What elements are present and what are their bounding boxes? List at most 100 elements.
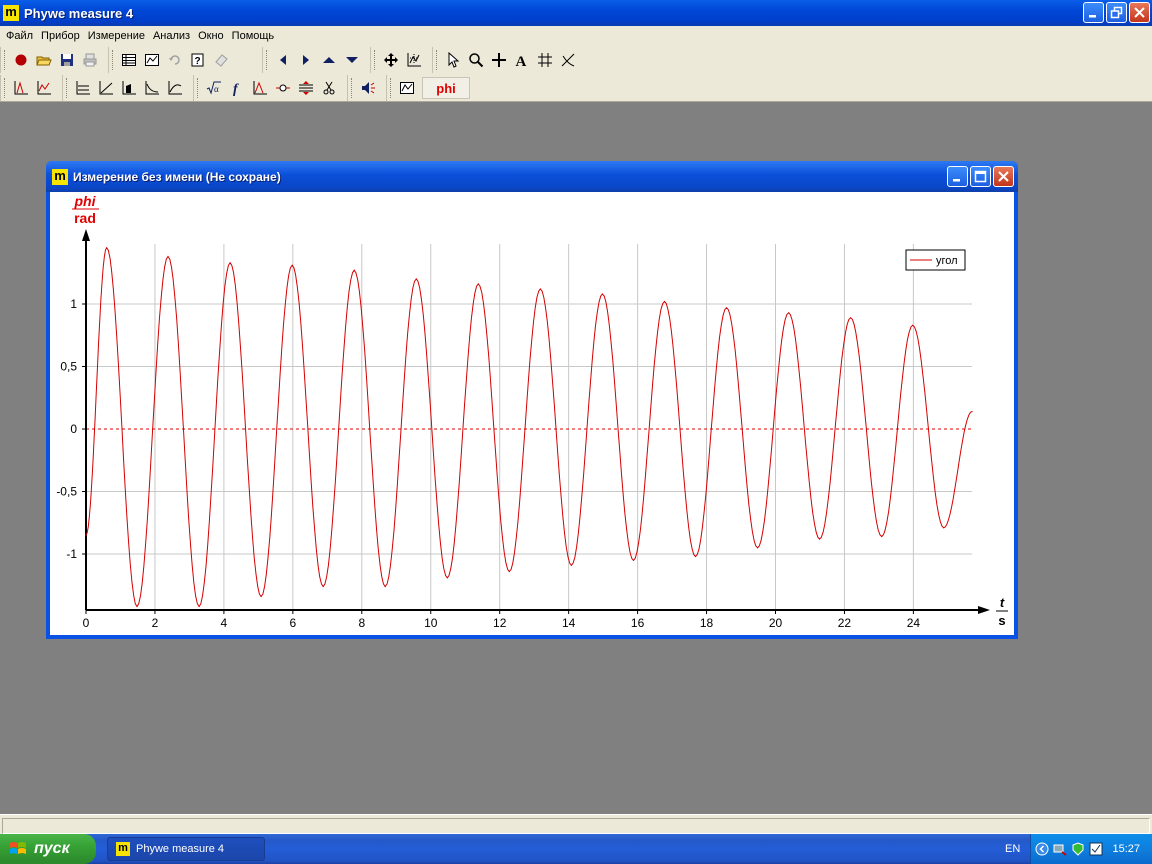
menu-measurement[interactable]: Измерение: [84, 30, 149, 42]
data-point: [788, 312, 790, 314]
y-tick-label: -1: [66, 547, 77, 561]
network-icon[interactable]: [1053, 842, 1067, 856]
left-arrow-button[interactable]: [271, 49, 294, 71]
text-button[interactable]: A: [510, 49, 533, 71]
sqrt-alpha-icon: α: [206, 81, 221, 95]
pointer-button[interactable]: [441, 49, 464, 71]
y-tick-label: 0,5: [60, 360, 77, 374]
start-button[interactable]: пуск: [0, 834, 96, 864]
taskbar-app-logo-icon: m: [116, 842, 130, 856]
crosshair-icon: [491, 53, 506, 67]
down-arrow-button[interactable]: [340, 49, 363, 71]
move-icon: [383, 53, 398, 67]
sound-button[interactable]: [356, 77, 379, 99]
table-view-button[interactable]: [117, 49, 140, 71]
menu-help[interactable]: Помощь: [228, 30, 279, 42]
move-button[interactable]: [379, 49, 402, 71]
data-point: [971, 410, 973, 413]
restore-button[interactable]: [1106, 2, 1127, 23]
function-button[interactable]: f: [225, 77, 248, 99]
series-line-0: [85, 246, 973, 608]
channel-button[interactable]: [9, 77, 32, 99]
peak-button[interactable]: [248, 77, 271, 99]
grid-button[interactable]: [533, 49, 556, 71]
minimize-button[interactable]: [1083, 2, 1104, 23]
tray-expand-icon[interactable]: [1035, 842, 1049, 856]
scissors-icon: [323, 81, 334, 95]
eraser-button[interactable]: [209, 49, 232, 71]
child-minimize-button[interactable]: [947, 166, 968, 187]
child-maximize-button[interactable]: [970, 166, 991, 187]
record-button[interactable]: [9, 49, 32, 71]
toolbar-analysis: [0, 75, 58, 101]
minimize-icon: [953, 179, 960, 182]
speaker-icon: [361, 82, 375, 94]
save-button[interactable]: [55, 49, 78, 71]
language-indicator[interactable]: EN: [1005, 843, 1020, 855]
x-axis-symbol: t: [1000, 595, 1005, 610]
app-logo-icon: m: [3, 5, 19, 21]
survey-button[interactable]: [271, 77, 294, 99]
child-close-button[interactable]: [993, 166, 1014, 187]
regression-button[interactable]: [94, 77, 117, 99]
chart-area: 0 2 4 6 8 10 12 14 16 18 20 22 24 -1 -0,5 0 0,5 1 phi rad t s…: [50, 192, 1014, 635]
crosshair-button[interactable]: [487, 49, 510, 71]
menubar: Файл Прибор Измерение Анализ Окно Помощь: [0, 26, 1152, 46]
data-point: [757, 547, 759, 549]
record-icon: [15, 54, 26, 66]
close-icon: [1134, 7, 1145, 18]
channel-manager-icon: [399, 82, 414, 94]
diagram-view-button[interactable]: [140, 49, 163, 71]
data-point: [943, 527, 945, 529]
autoscale-button[interactable]: [402, 49, 425, 71]
x-tick-label: 10: [424, 616, 438, 630]
update-icon[interactable]: [1089, 842, 1103, 856]
integral-icon: [122, 81, 136, 95]
data-point: [260, 595, 262, 598]
svg-text:α: α: [214, 84, 219, 94]
undo-button[interactable]: [163, 49, 186, 71]
cut-button[interactable]: [317, 77, 340, 99]
curve-button[interactable]: [32, 77, 55, 99]
measurement-window-titlebar: m Измерение без имени (Не сохране): [46, 161, 1018, 192]
security-icon[interactable]: [1071, 842, 1085, 856]
undo-icon: [168, 55, 180, 65]
statusbar: [0, 814, 1152, 834]
integral-button[interactable]: [117, 77, 140, 99]
menu-file[interactable]: Файл: [2, 30, 37, 42]
menu-analysis[interactable]: Анализ: [149, 30, 194, 42]
phi-channel-button[interactable]: phi: [422, 77, 470, 99]
text-icon: A: [515, 54, 526, 68]
up-arrow-button[interactable]: [317, 49, 340, 71]
data-point: [819, 538, 821, 540]
formula-button[interactable]: α: [202, 77, 225, 99]
channel-manager-button[interactable]: [395, 77, 418, 99]
menu-window[interactable]: Окно: [194, 30, 228, 42]
tangent-button[interactable]: [556, 49, 579, 71]
help-button[interactable]: ?: [186, 49, 209, 71]
right-arrow-button[interactable]: [294, 49, 317, 71]
clock: 15:27: [1112, 843, 1140, 855]
close-button[interactable]: [1129, 2, 1150, 23]
toolbar-sound: [347, 75, 382, 101]
derivative-button[interactable]: [140, 77, 163, 99]
tangent-icon: [561, 53, 574, 67]
save-icon: [60, 54, 73, 66]
zoom-button[interactable]: [464, 49, 487, 71]
chart-svg[interactable]: 0 2 4 6 8 10 12 14 16 18 20 22 24-1-0,500,51phiradts…: [50, 192, 1014, 635]
menu-device[interactable]: Прибор: [37, 30, 84, 42]
print-button[interactable]: [78, 49, 101, 71]
taskbar-app-button[interactable]: m Phywe measure 4: [107, 837, 265, 861]
data-point: [198, 605, 200, 608]
toolbar-navigate: [262, 47, 366, 73]
x-tick-label: 24: [907, 616, 921, 630]
data-point: [850, 317, 852, 319]
compress-icon: [298, 81, 313, 95]
fit-line-button[interactable]: [71, 77, 94, 99]
start-label: пуск: [34, 840, 70, 857]
smoothing-button[interactable]: [163, 77, 186, 99]
y-tick-label: 1: [70, 297, 77, 311]
compress-button[interactable]: [294, 77, 317, 99]
open-button[interactable]: [32, 49, 55, 71]
measurement-window: m Измерение без имени (Не сохране) 02468…: [46, 161, 1018, 639]
